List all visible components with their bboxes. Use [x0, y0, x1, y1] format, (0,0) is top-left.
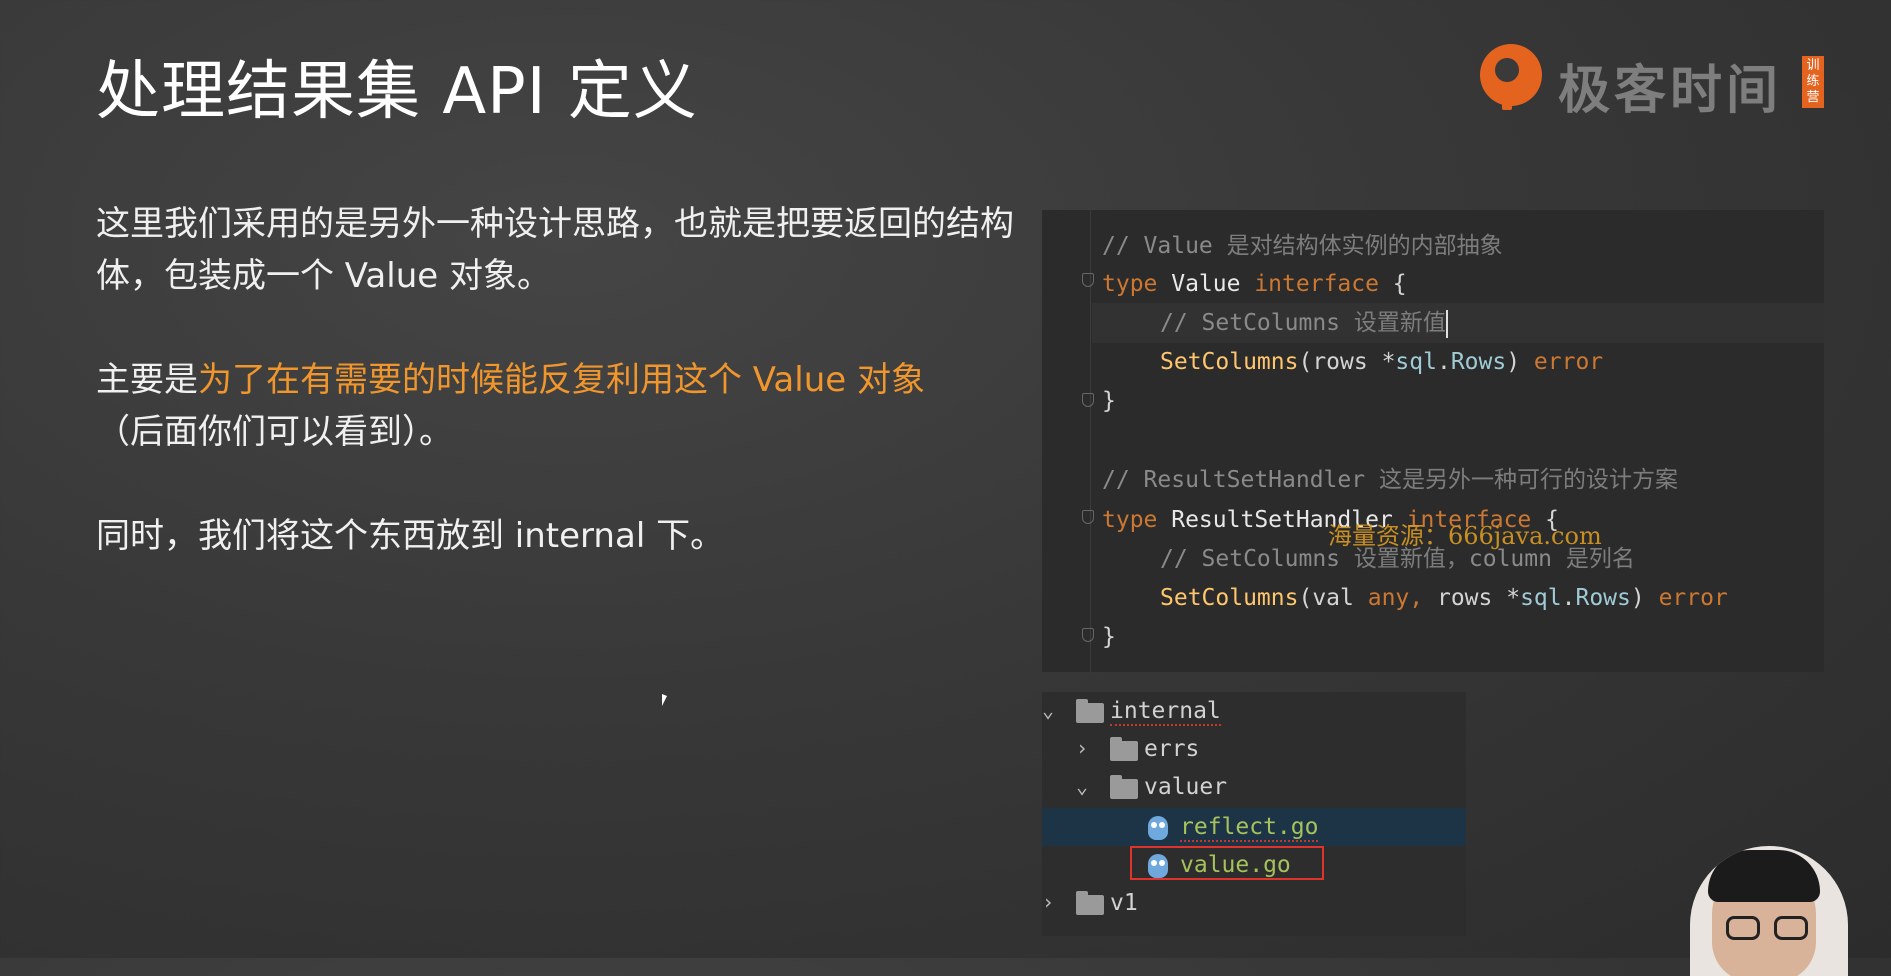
watermark-text: 海量资源：666java.com: [1328, 522, 1602, 550]
fold-open-icon[interactable]: [1082, 273, 1094, 287]
code-line-10: SetColumns(val any, rows *sql.Rows) erro…: [1160, 585, 1728, 611]
slide-title: 处理结果集 API 定义: [96, 55, 698, 129]
code-line-4: SetColumns(rows *sql.Rows) error: [1160, 349, 1604, 375]
text-caret: [1445, 309, 1448, 338]
code-line-2: type Value interface {: [1102, 271, 1407, 297]
fold-open-icon[interactable]: [1082, 510, 1094, 524]
project-file-tree[interactable]: ⌄ internal › errs ⌄ valuer reflect.go va…: [1042, 692, 1466, 936]
tree-item-valuer[interactable]: ⌄ valuer: [1042, 768, 1466, 806]
chevron-down-icon[interactable]: ⌄: [1076, 776, 1088, 796]
go-file-icon: [1148, 816, 1168, 840]
chevron-down-icon[interactable]: ⌄: [1042, 700, 1054, 720]
paragraph-design-idea: 这里我们采用的是另外一种设计思路，也就是把要返回的结构体，包装成一个 Value…: [96, 204, 1014, 296]
paragraph-reuse-highlight: 为了在有需要的时候能反复利用这个 Value 对象: [198, 360, 925, 400]
chevron-right-icon[interactable]: ›: [1076, 738, 1088, 758]
tree-item-v1[interactable]: › v1: [1042, 884, 1466, 922]
logo-brand-text: 极客时间: [1558, 61, 1783, 121]
tree-label-valuer: valuer: [1144, 774, 1228, 800]
tree-item-reflect-go[interactable]: reflect.go: [1042, 808, 1466, 846]
code-line-1: // Value 是对结构体实例的内部抽象: [1102, 233, 1503, 259]
tree-item-value-go[interactable]: value.go: [1042, 846, 1466, 884]
tree-label-errs: errs: [1144, 736, 1200, 762]
code-line-7: // ResultSetHandler 这是另外一种可行的设计方案: [1102, 467, 1678, 493]
paragraph-reuse: 主要是为了在有需要的时候能反复利用这个 Value 对象 （后面你们可以看到）。: [96, 354, 1016, 458]
mouse-cursor-icon: [662, 694, 667, 706]
fold-close-icon[interactable]: [1082, 628, 1094, 642]
code-line-11: }: [1102, 624, 1116, 650]
fold-close-icon[interactable]: [1082, 393, 1094, 407]
presenter-webcam: [1690, 846, 1848, 976]
folder-icon: [1076, 699, 1104, 723]
geektime-logo: 极客时间 训练营: [1480, 42, 1830, 121]
tree-label-internal: internal: [1110, 698, 1221, 726]
code-line-5: }: [1102, 388, 1116, 414]
folder-icon: [1110, 737, 1138, 761]
chevron-right-icon[interactable]: ›: [1042, 892, 1054, 912]
tree-label-v1: v1: [1110, 890, 1138, 916]
code-line-3: // SetColumns 设置新值: [1160, 309, 1448, 338]
tree-item-internal[interactable]: ⌄ internal: [1042, 692, 1466, 730]
geektime-logo-icon: [1480, 44, 1542, 110]
tree-label-reflect-go: reflect.go: [1180, 814, 1319, 842]
logo-badge: 训练营: [1802, 56, 1824, 108]
paragraph-reuse-lead: 主要是: [96, 360, 198, 400]
paragraph-internal: 同时，我们将这个东西放到 internal 下。: [96, 516, 725, 556]
go-file-icon: [1148, 854, 1168, 878]
tree-label-value-go: value.go: [1180, 852, 1291, 878]
code-editor[interactable]: // Value 是对结构体实例的内部抽象 type Value interfa…: [1042, 210, 1824, 672]
tree-item-errs[interactable]: › errs: [1042, 730, 1466, 768]
folder-icon: [1110, 775, 1138, 799]
paragraph-reuse-tail: （后面你们可以看到）。: [96, 412, 453, 452]
folder-icon: [1076, 891, 1104, 915]
